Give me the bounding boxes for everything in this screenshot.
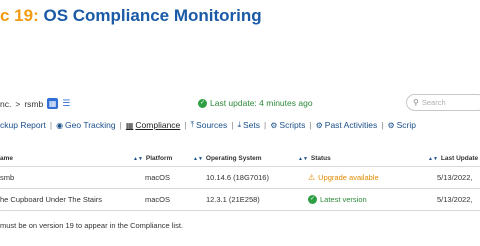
status-text: Upgrade available [318,173,379,182]
tab-geo-tracking-label: Geo Tracking [65,120,116,130]
tab-scripts-2[interactable]: ⚙ Scrip [387,120,416,130]
cell-status: ✓ Latest version [308,195,367,204]
row-divider [0,210,480,211]
column-header-platform-label: Platform [145,155,173,162]
breadcrumb-parent[interactable]: nc. [0,99,11,109]
column-header-name[interactable]: ame [0,155,13,162]
tab-geo-tracking[interactable]: ◉ Geo Tracking [56,120,116,130]
nav-divider: | [309,120,312,130]
list-view-icon[interactable]: ☰ [62,98,70,109]
upload-icon: ⤒ [190,120,195,129]
slide-title-prefix: c 19: [0,6,39,25]
warning-icon: ⚠ [308,173,316,182]
gears-icon: ⚙ [387,120,395,130]
globe-icon: ◉ [56,120,64,130]
tab-scripts-label: Scripts [279,120,306,130]
breadcrumb: nc. > rsmb ▦ ☰ [0,98,70,109]
slide-title-main: OS Compliance Monitoring [38,6,262,25]
column-header-os-label: Operating System [205,155,262,162]
nav-divider: | [119,120,122,130]
table-icon: ▦ [125,120,134,130]
tab-sets-label: Sets [243,120,261,130]
footer-note: must be on version 19 to appear in the C… [0,221,184,230]
status-text: Latest version [320,195,367,204]
search-box[interactable]: ⚲ [406,94,480,111]
cell-name: he Cupboard Under The Stairs [0,195,103,204]
sort-icon: ▲▼ [133,155,143,162]
column-header-platform[interactable]: ▲▼ Platform [133,155,172,162]
gear-icon: ⚙ [270,120,278,130]
tab-past-activities-label: Past Activities [324,120,378,130]
tab-sources[interactable]: ⤒ Sources [191,120,228,130]
breadcrumb-current: rsmb [24,98,44,109]
cell-name: smb [0,173,15,182]
cell-last-update: 5/13/2022, [437,173,473,182]
check-circle-icon: ✓ [308,195,317,204]
column-header-last-update-label: Last Update [440,155,479,162]
cell-platform: macOS [145,173,171,182]
slide-title: c 19: OS Compliance Monitoring [0,6,262,26]
tab-compliance-label: Compliance [135,120,181,130]
column-header-status[interactable]: ▲▼ Status [298,155,331,162]
last-update-indicator: ✓ Last update: 4 minutes ago [198,98,313,108]
cell-last-update: 5/13/2022, [437,195,473,204]
tab-scripts-2-label: Scrip [396,120,416,130]
tab-backup-report[interactable]: ckup Report [0,120,46,130]
cell-status[interactable]: ⚠ Upgrade available [308,173,379,182]
download-icon: ⤓ [237,120,241,129]
sort-icon: ▲▼ [298,155,308,162]
cell-os: 12.3.1 (21E258) [206,195,260,204]
sort-icon: ▲▼ [193,155,203,162]
nav-divider: | [381,120,384,130]
search-input[interactable] [421,98,480,107]
cell-os: 10.14.6 (18G7016) [206,173,269,182]
table-row[interactable]: smb macOS 10.14.6 (18G7016) ⚠ Upgrade ava… [0,167,480,187]
breadcrumb-separator: > [15,98,21,109]
nav-divider: | [49,120,53,130]
last-update-text: Last update: 4 minutes ago [210,98,313,108]
check-circle-icon: ✓ [198,98,207,108]
nav-divider: | [231,120,234,130]
sort-icon: ▲▼ [428,155,438,162]
search-icon: ⚲ [413,98,419,107]
tab-compliance[interactable]: ▦ Compliance [126,120,180,130]
table-header: ame ▲▼ Platform ▲▼ Operating System ▲▼ Stat… [0,152,480,166]
column-header-os[interactable]: ▲▼ Operating System [193,155,262,162]
section-nav: ckup Report | ◉ Geo Tracking | ▦ Complianc… [0,120,416,130]
column-header-last-update[interactable]: ▲▼ Last Update [428,155,478,162]
gears-icon: ⚙ [315,120,323,130]
column-header-name-label: ame [0,155,14,162]
tab-past-activities[interactable]: ⚙ Past Activities [316,120,378,130]
cell-platform: macOS [145,195,171,204]
nav-divider: | [264,120,267,130]
grid-view-icon[interactable]: ▦ [47,98,59,109]
tab-sets[interactable]: ⤓ Sets [237,120,260,130]
column-header-status-label: Status [310,155,331,162]
tab-scripts[interactable]: ⚙ Scripts [270,120,305,130]
tab-backup-report-label: ckup Report [0,120,46,130]
table-row[interactable]: he Cupboard Under The Stairs macOS 12.3.… [0,189,480,209]
nav-divider: | [184,120,187,130]
tab-sources-label: Sources [196,120,228,130]
